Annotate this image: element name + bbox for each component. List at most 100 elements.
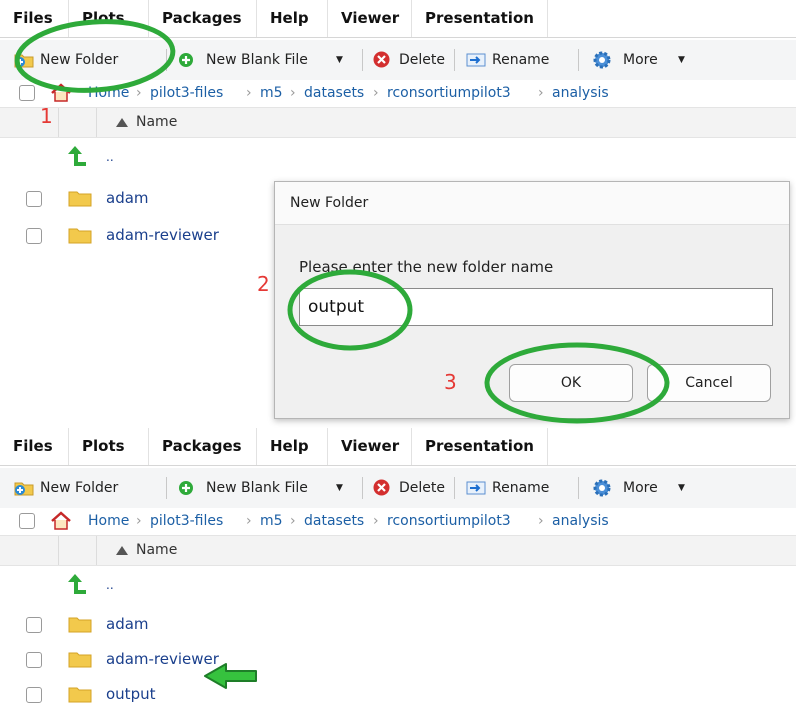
column-divider: [58, 108, 59, 137]
tab-presentation[interactable]: Presentation: [412, 0, 548, 37]
row-checkbox[interactable]: [26, 228, 42, 244]
tab-packages[interactable]: Packages: [149, 428, 257, 465]
tab-files[interactable]: Files: [0, 0, 69, 37]
toolbar-divider: [454, 477, 455, 499]
step-number-3: 3: [444, 370, 457, 394]
toolbar-divider: [166, 49, 167, 71]
chevron-down-icon: ▼: [678, 55, 685, 65]
delete-button[interactable]: Delete: [373, 40, 463, 80]
tab-help[interactable]: Help: [257, 0, 328, 37]
row-checkbox[interactable]: [26, 191, 42, 207]
crumb-rconsortiumpilot3[interactable]: rconsortiumpilot3: [387, 80, 511, 106]
files-toolbar: New Folder New Blank File ▼ Delete Renam…: [0, 40, 796, 80]
row-checkbox[interactable]: [26, 652, 42, 668]
crumb-datasets[interactable]: datasets: [304, 508, 364, 534]
toolbar-divider: [578, 49, 579, 71]
new-blank-file-button[interactable]: New Blank File ▼: [178, 468, 352, 508]
parent-dir-row[interactable]: ..: [0, 566, 796, 602]
tab-help[interactable]: Help: [257, 428, 328, 465]
more-label: More: [623, 52, 658, 68]
toolbar-divider: [578, 477, 579, 499]
crumb-datasets[interactable]: datasets: [304, 80, 364, 106]
file-row-adam[interactable]: adam: [0, 606, 796, 642]
tab-files[interactable]: Files: [0, 428, 69, 465]
tab-packages[interactable]: Packages: [149, 0, 257, 37]
tab-plots[interactable]: Plots: [69, 0, 149, 37]
breadcrumb: Home › pilot3-files › m5 › datasets › rc…: [0, 508, 796, 536]
crumb-rconsortiumpilot3[interactable]: rconsortiumpilot3: [387, 508, 511, 534]
up-arrow-icon: [68, 146, 86, 166]
rename-button[interactable]: Rename: [466, 468, 566, 508]
new-folder-button[interactable]: New Folder: [14, 468, 154, 508]
tab-viewer-label: Viewer: [341, 9, 400, 27]
home-icon[interactable]: [50, 83, 72, 103]
delete-label: Delete: [399, 52, 445, 68]
folder-icon: [68, 617, 92, 633]
tab-packages-label: Packages: [162, 9, 242, 27]
select-all-checkbox[interactable]: [19, 513, 35, 529]
new-file-icon: [179, 53, 193, 67]
file-row-adam-reviewer[interactable]: adam-reviewer: [0, 641, 796, 677]
parent-dir-row[interactable]: ..: [0, 138, 796, 174]
name-column-header[interactable]: Name: [136, 536, 177, 565]
toolbar-divider: [166, 477, 167, 499]
file-list-header[interactable]: Name: [0, 108, 796, 138]
crumb-separator: ›: [136, 513, 142, 529]
delete-label: Delete: [399, 480, 445, 496]
new-file-icon: [179, 481, 193, 495]
files-pane-before: Files Plots Packages Help Viewer Present…: [0, 0, 796, 420]
tab-viewer[interactable]: Viewer: [328, 428, 412, 465]
parent-dir-link[interactable]: ..: [106, 578, 114, 592]
file-name-link[interactable]: adam-reviewer: [106, 217, 219, 253]
row-checkbox[interactable]: [26, 617, 42, 633]
name-column-header[interactable]: Name: [136, 108, 177, 137]
folder-name-input[interactable]: output: [299, 288, 773, 326]
new-folder-label: New Folder: [40, 480, 119, 496]
crumb-separator: ›: [136, 85, 142, 101]
new-folder-button[interactable]: New Folder: [14, 40, 154, 80]
dialog-title: New Folder: [290, 195, 369, 211]
pane-tabs: Files Plots Packages Help Viewer Present…: [0, 0, 796, 38]
crumb-separator: ›: [373, 513, 379, 529]
delete-button[interactable]: Delete: [373, 468, 463, 508]
cancel-button[interactable]: Cancel: [647, 364, 771, 402]
crumb-separator: ›: [538, 513, 544, 529]
more-button[interactable]: More ▼: [592, 40, 702, 80]
crumb-pilot3-files[interactable]: pilot3-files: [150, 80, 223, 106]
gear-icon: [593, 479, 611, 497]
chevron-down-icon: ▼: [336, 483, 343, 493]
select-all-checkbox[interactable]: [19, 85, 35, 101]
crumb-home[interactable]: Home: [88, 508, 129, 534]
tab-files-label: Files: [13, 437, 53, 455]
crumb-analysis[interactable]: analysis: [552, 508, 609, 534]
crumb-pilot3-files[interactable]: pilot3-files: [150, 508, 223, 534]
crumb-analysis[interactable]: analysis: [552, 80, 609, 106]
rename-icon: [466, 481, 486, 495]
rename-button[interactable]: Rename: [466, 40, 566, 80]
folder-icon: [68, 191, 92, 207]
breadcrumb: Home › pilot3-files › m5 › datasets › rc…: [0, 80, 796, 108]
tab-viewer[interactable]: Viewer: [328, 0, 412, 37]
crumb-home[interactable]: Home: [88, 80, 129, 106]
crumb-m5[interactable]: m5: [260, 80, 283, 106]
file-row-output[interactable]: output: [0, 676, 796, 712]
parent-dir-link[interactable]: ..: [106, 150, 114, 164]
rename-label: Rename: [492, 52, 550, 68]
tab-presentation[interactable]: Presentation: [412, 428, 548, 465]
file-name-link[interactable]: adam: [106, 606, 149, 642]
more-button[interactable]: More ▼: [592, 468, 702, 508]
crumb-m5[interactable]: m5: [260, 508, 283, 534]
new-folder-dialog: New Folder Please enter the new folder n…: [274, 181, 790, 419]
crumb-separator: ›: [373, 85, 379, 101]
ok-button[interactable]: OK: [509, 364, 633, 402]
new-blank-file-button[interactable]: New Blank File ▼: [178, 40, 352, 80]
file-name-link[interactable]: adam-reviewer: [106, 641, 219, 677]
row-checkbox[interactable]: [26, 687, 42, 703]
file-name-link[interactable]: output: [106, 676, 155, 712]
column-divider: [96, 108, 97, 137]
home-icon[interactable]: [50, 511, 72, 531]
tab-plots[interactable]: Plots: [69, 428, 149, 465]
file-name-link[interactable]: adam: [106, 180, 149, 216]
file-list-header[interactable]: Name: [0, 536, 796, 566]
tab-plots-label: Plots: [82, 9, 125, 27]
